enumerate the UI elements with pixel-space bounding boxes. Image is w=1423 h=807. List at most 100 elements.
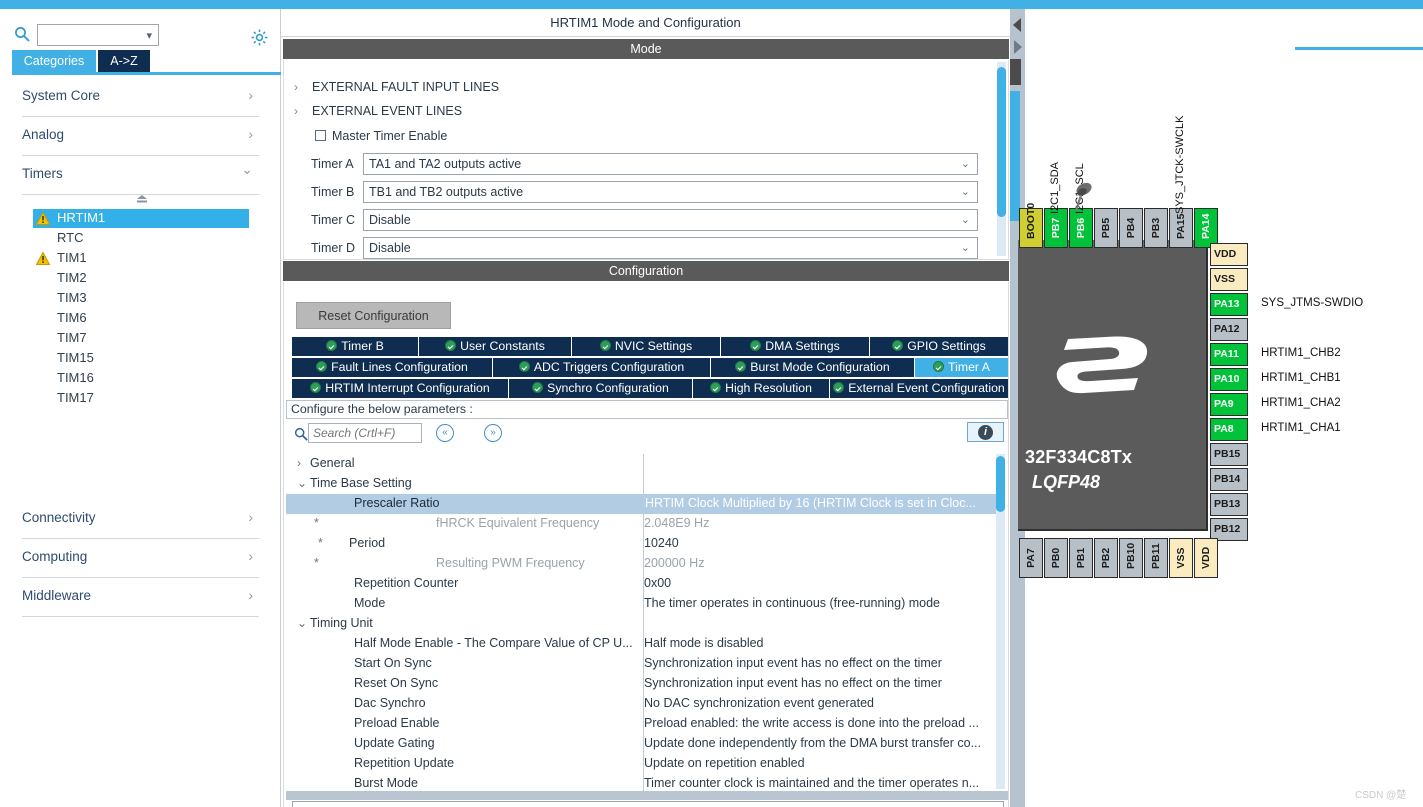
sidebar-item-tim2[interactable]: TIM2 — [33, 269, 249, 288]
param-row[interactable]: Repetition Update Update on repetition en… — [286, 754, 1002, 774]
config-tab-gpio-settings[interactable]: GPIO Settings — [870, 337, 1008, 356]
chevron-down-icon: ⌄ — [960, 158, 970, 170]
sidebar-item-rtc[interactable]: RTC — [33, 229, 249, 248]
pin-pb7[interactable]: PB7 — [1044, 208, 1068, 248]
parameter-scrollbar-thumb[interactable] — [996, 456, 1005, 512]
category-middleware[interactable]: Middleware › — [22, 579, 259, 617]
category-connectivity[interactable]: Connectivity › — [22, 501, 259, 539]
sidebar-item-hrtim1[interactable]: HRTIM1 — [33, 209, 249, 228]
param-row[interactable]: Reset On Sync Synchronization input event… — [286, 674, 1002, 694]
category-analog[interactable]: Analog › — [22, 118, 259, 156]
config-tab-adc-triggers-configuration[interactable]: ADC Triggers Configuration — [493, 358, 710, 377]
pin-pb10[interactable]: PB10 — [1119, 538, 1143, 578]
pin-pb3[interactable]: PB3 — [1144, 208, 1168, 248]
expand-right-icon[interactable] — [1013, 39, 1023, 58]
mode-tree-external-event-lines[interactable]: › EXTERNAL EVENT LINES — [294, 104, 462, 118]
pin-pb14[interactable]: PB14 — [1210, 468, 1248, 491]
timer-a-select[interactable]: TA1 and TA2 outputs active ⌄ — [363, 153, 978, 175]
config-tab-high-resolution[interactable]: High Resolution — [693, 379, 829, 398]
pin-pa14[interactable]: PA14 — [1194, 208, 1218, 248]
param-row[interactable]: Repetition Counter 0x00 — [286, 574, 1002, 594]
config-tab-dma-settings[interactable]: DMA Settings — [721, 337, 869, 356]
param-row[interactable]: * Resulting PWM Frequency 200000 Hz — [286, 554, 1002, 574]
config-tab-hrtim-interrupt-configuration[interactable]: HRTIM Interrupt Configuration — [292, 379, 508, 398]
param-row[interactable]: * fHRCK Equivalent Frequency 2.048E9 Hz — [286, 514, 1002, 534]
pin-pa12[interactable]: PA12 — [1210, 318, 1248, 341]
mode-scrollbar-track[interactable] — [997, 62, 1006, 256]
tab-categories[interactable]: Categories — [12, 50, 96, 72]
sidebar-item-tim16[interactable]: TIM16 — [33, 369, 249, 388]
search-input[interactable] — [308, 423, 422, 443]
sidebar-item-tim3[interactable]: TIM3 — [33, 289, 249, 308]
category-system-core[interactable]: System Core › — [22, 79, 259, 117]
param-row[interactable]: Half Mode Enable - The Compare Value of … — [286, 634, 1002, 654]
sidebar-item-tim6[interactable]: TIM6 — [33, 309, 249, 328]
info-button[interactable]: i — [967, 422, 1004, 442]
config-tab-timer-b[interactable]: Timer B — [292, 337, 418, 356]
timer-b-select[interactable]: TB1 and TB2 outputs active ⌄ — [363, 181, 978, 203]
param-group-time-base-setting[interactable]: ⌄ Time Base Setting — [286, 474, 1002, 494]
timer-c-select[interactable]: Disable ⌄ — [363, 209, 978, 231]
sidebar-item-tim7[interactable]: TIM7 — [33, 329, 249, 348]
param-row[interactable]: Dac Synchro No DAC synchronization event … — [286, 694, 1002, 714]
scroll-up-icon[interactable] — [135, 194, 149, 208]
pin-vss[interactable]: VSS — [1210, 268, 1248, 291]
timer-d-select[interactable]: Disable ⌄ — [363, 237, 978, 259]
pin-pb4[interactable]: PB4 — [1119, 208, 1143, 248]
category-computing[interactable]: Computing › — [22, 540, 259, 578]
pin-pb5[interactable]: PB5 — [1094, 208, 1118, 248]
param-row[interactable]: Preload Enable Preload enabled: the write… — [286, 714, 1002, 734]
ribbon-tab-pinout[interactable]: ▸ Pinout — [960, 0, 1017, 4]
pin-pa11[interactable]: PA11 — [1210, 343, 1248, 366]
mode-scrollbar-thumb[interactable] — [997, 67, 1006, 217]
tab-a-to-z[interactable]: A->Z — [98, 50, 150, 72]
reset-configuration-button[interactable]: Reset Configuration — [296, 302, 451, 329]
pin-pa10[interactable]: PA10 — [1210, 368, 1248, 391]
config-tab-nvic-settings[interactable]: NVIC Settings — [572, 337, 720, 356]
gear-icon[interactable] — [250, 28, 269, 47]
search-next-button[interactable]: » — [484, 424, 502, 442]
search-prev-button[interactable]: « — [436, 424, 454, 442]
configuration-body: Reset Configuration Timer B User Constant… — [283, 282, 1009, 807]
chevron-right-icon: › — [294, 80, 298, 94]
param-row[interactable]: Burst Mode Timer counter clock is maintai… — [286, 774, 1002, 791]
pin-vss[interactable]: VSS — [1169, 538, 1193, 578]
pin-pb2[interactable]: PB2 — [1094, 538, 1118, 578]
collapse-left-icon[interactable] — [1012, 17, 1023, 36]
mode-tree-external-fault-input-lines[interactable]: › EXTERNAL FAULT INPUT LINES — [294, 80, 499, 94]
category-timers[interactable]: Timers ⌄ — [22, 157, 259, 195]
config-tab-burst-mode-configuration[interactable]: Burst Mode Configuration — [711, 358, 914, 377]
pin-boot0[interactable]: BOOT0 — [1019, 203, 1043, 248]
pin-pa13[interactable]: PA13 — [1210, 293, 1248, 316]
config-tab-fault-lines-configuration[interactable]: Fault Lines Configuration — [292, 358, 492, 377]
param-row[interactable]: Update Gating Update done independently f… — [286, 734, 1002, 754]
pin-pa8[interactable]: PA8 — [1210, 418, 1248, 441]
parameter-scrollbar-track[interactable] — [996, 454, 1005, 789]
config-tab-external-event-configuration[interactable]: External Event Configuration — [830, 379, 1008, 398]
config-tab-user-constants[interactable]: User Constants — [419, 337, 571, 356]
pin-pb1[interactable]: PB1 — [1069, 538, 1093, 578]
sidebar-item-tim1[interactable]: TIM1 — [33, 249, 249, 268]
param-row[interactable]: * Period 10240 — [286, 534, 1002, 554]
param-group-general[interactable]: › General — [286, 454, 1002, 474]
param-row[interactable]: Mode The timer operates in continuous (fr… — [286, 594, 1002, 614]
sidebar-item-tim17[interactable]: TIM17 — [33, 389, 249, 408]
pin-pa9[interactable]: PA9 — [1210, 393, 1248, 416]
pin-vdd[interactable]: VDD — [1210, 243, 1248, 266]
pin-pa7[interactable]: PA7 — [1019, 538, 1043, 578]
pin-pb15[interactable]: PB15 — [1210, 443, 1248, 466]
config-tab-synchro-configuration[interactable]: Synchro Configuration — [509, 379, 692, 398]
pin-vdd[interactable]: VDD — [1194, 538, 1218, 578]
pin-pb11[interactable]: PB11 — [1144, 538, 1168, 578]
pin-pb0[interactable]: PB0 — [1044, 538, 1068, 578]
pin-pb13[interactable]: PB13 — [1210, 493, 1248, 516]
pin-pa15[interactable]: PA15 — [1169, 208, 1193, 248]
sidebar-item-tim15[interactable]: TIM15 — [33, 349, 249, 368]
ribbon-tab-software-packs[interactable]: ▸ Software Packs — [700, 0, 821, 4]
sidebar-search-input[interactable]: ▾ — [37, 24, 159, 46]
config-tab-timer-a[interactable]: Timer A — [915, 358, 1008, 377]
splitter-handle[interactable] — [1010, 59, 1021, 85]
param-row[interactable]: Start On Sync Synchronization input event… — [286, 654, 1002, 674]
param-row[interactable]: Prescaler Ratio HRTIM Clock Multiplied by… — [286, 494, 1002, 514]
param-group-timing-unit[interactable]: ⌄ Timing Unit — [286, 614, 1002, 634]
